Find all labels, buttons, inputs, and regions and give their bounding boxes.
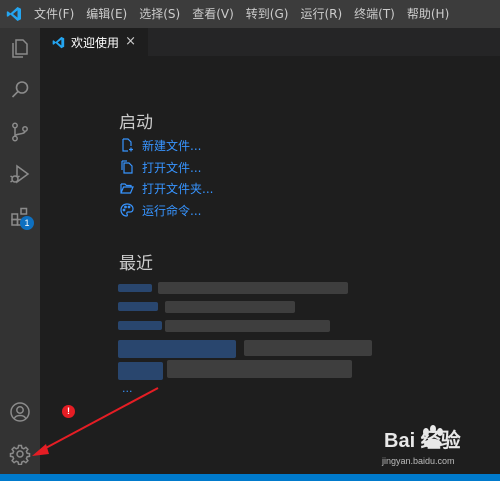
paw-icon: [423, 425, 443, 448]
watermark-logo: Bai 经验 jingyan.baidu.com: [378, 424, 496, 476]
watermark-url: jingyan.baidu.com: [382, 456, 455, 466]
status-bar: [0, 474, 500, 481]
annotation-arrow: [32, 387, 159, 456]
annotation-badge: !: [62, 405, 75, 418]
